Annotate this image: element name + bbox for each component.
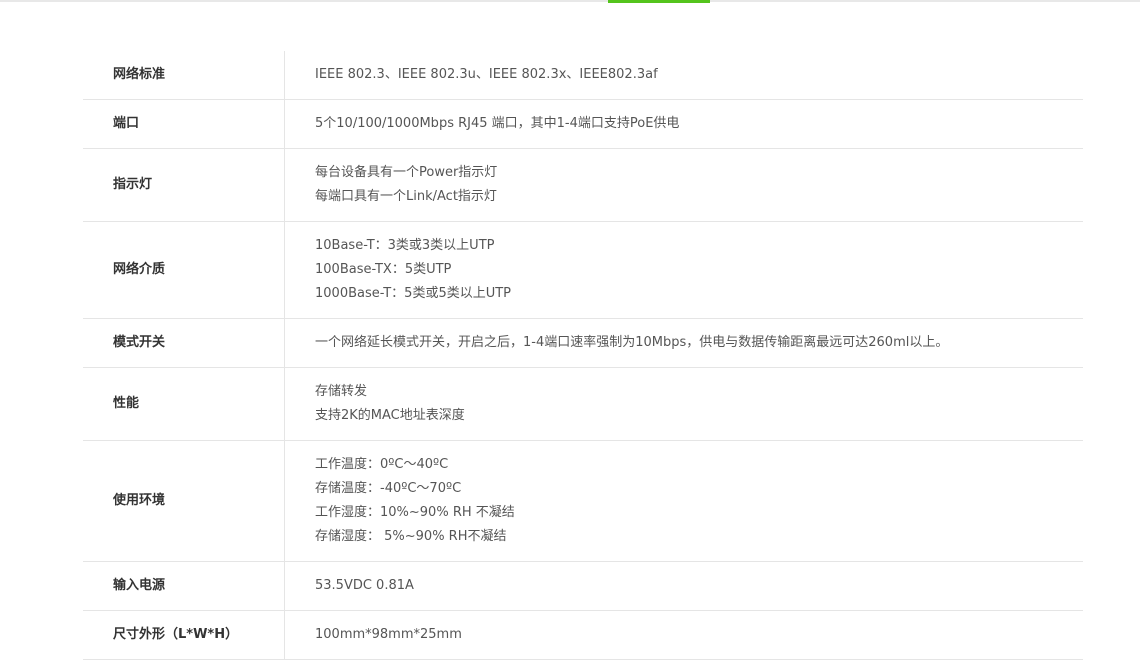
- spec-label: 输入电源: [83, 561, 285, 611]
- spec-value: IEEE 802.3、IEEE 802.3u、IEEE 802.3x、IEEE8…: [284, 51, 1083, 100]
- spec-value-line: 支持2K的MAC地址表深度: [315, 408, 465, 423]
- spec-label: 网络介质: [83, 221, 285, 319]
- spec-label: 使用环境: [83, 440, 285, 562]
- spec-row: 输入电源 53.5VDC 0.81A: [83, 561, 1083, 611]
- spec-value-line: 53.5VDC 0.81A: [315, 578, 414, 593]
- spec-value-line: 存储转发: [315, 384, 368, 399]
- tab-bar-divider: [0, 0, 1140, 2]
- spec-value: 100mm*98mm*25mm: [284, 610, 1083, 660]
- spec-value: 工作温度：0ºC～40ºC 存储温度：-40ºC～70ºC 工作湿度：10%~9…: [284, 440, 1083, 562]
- spec-row: 使用环境 工作温度：0ºC～40ºC 存储温度：-40ºC～70ºC 工作湿度：…: [83, 440, 1083, 562]
- spec-value-line: 工作温度：0ºC～40ºC: [315, 457, 449, 472]
- spec-row: 指示灯 每台设备具有一个Power指示灯 每端口具有一个Link/Act指示灯: [83, 148, 1083, 222]
- spec-value-line: 一个网络延长模式开关，开启之后，1-4端口速率强制为10Mbps，供电与数据传输…: [315, 335, 949, 350]
- spec-row: 性能 存储转发 支持2K的MAC地址表深度: [83, 367, 1083, 441]
- spec-value-line: 每端口具有一个Link/Act指示灯: [315, 189, 497, 204]
- spec-value-line: IEEE 802.3、IEEE 802.3u、IEEE 802.3x、IEEE8…: [315, 67, 658, 82]
- spec-table: 网络标准 IEEE 802.3、IEEE 802.3u、IEEE 802.3x、…: [83, 51, 1083, 660]
- spec-value: 存储转发 支持2K的MAC地址表深度: [284, 367, 1083, 441]
- spec-label: 性能: [83, 367, 285, 441]
- active-tab-indicator: [608, 0, 710, 3]
- spec-value-line: 1000Base-T：5类或5类以上UTP: [315, 286, 512, 301]
- spec-label: 指示灯: [83, 148, 285, 222]
- spec-row: 网络标准 IEEE 802.3、IEEE 802.3u、IEEE 802.3x、…: [83, 51, 1083, 100]
- spec-row: 模式开关 一个网络延长模式开关，开启之后，1-4端口速率强制为10Mbps，供电…: [83, 318, 1083, 368]
- spec-label: 模式开关: [83, 318, 285, 368]
- spec-label: 尺寸外形（L*W*H）: [83, 610, 285, 660]
- spec-value-line: 100Base-TX：5类UTP: [315, 262, 452, 277]
- spec-label: 网络标准: [83, 51, 285, 100]
- spec-value-line: 5个10/100/1000Mbps RJ45 端口，其中1-4端口支持PoE供电: [315, 116, 680, 131]
- spec-value-line: 100mm*98mm*25mm: [315, 627, 462, 642]
- spec-row: 端口 5个10/100/1000Mbps RJ45 端口，其中1-4端口支持Po…: [83, 99, 1083, 149]
- spec-value: 一个网络延长模式开关，开启之后，1-4端口速率强制为10Mbps，供电与数据传输…: [284, 318, 1083, 368]
- spec-row: 尺寸外形（L*W*H） 100mm*98mm*25mm: [83, 610, 1083, 660]
- spec-value-line: 存储温度：-40ºC～70ºC: [315, 481, 462, 496]
- spec-value-line: 每台设备具有一个Power指示灯: [315, 165, 498, 180]
- spec-value: 53.5VDC 0.81A: [284, 561, 1083, 611]
- spec-value: 5个10/100/1000Mbps RJ45 端口，其中1-4端口支持PoE供电: [284, 99, 1083, 149]
- spec-value-line: 存储湿度： 5%~90% RH不凝结: [315, 529, 507, 544]
- spec-value-line: 10Base-T：3类或3类以上UTP: [315, 238, 495, 253]
- spec-label: 端口: [83, 99, 285, 149]
- spec-value: 10Base-T：3类或3类以上UTP 100Base-TX：5类UTP 100…: [284, 221, 1083, 319]
- spec-row: 网络介质 10Base-T：3类或3类以上UTP 100Base-TX：5类UT…: [83, 221, 1083, 319]
- spec-value: 每台设备具有一个Power指示灯 每端口具有一个Link/Act指示灯: [284, 148, 1083, 222]
- spec-value-line: 工作湿度：10%~90% RH 不凝结: [315, 505, 515, 520]
